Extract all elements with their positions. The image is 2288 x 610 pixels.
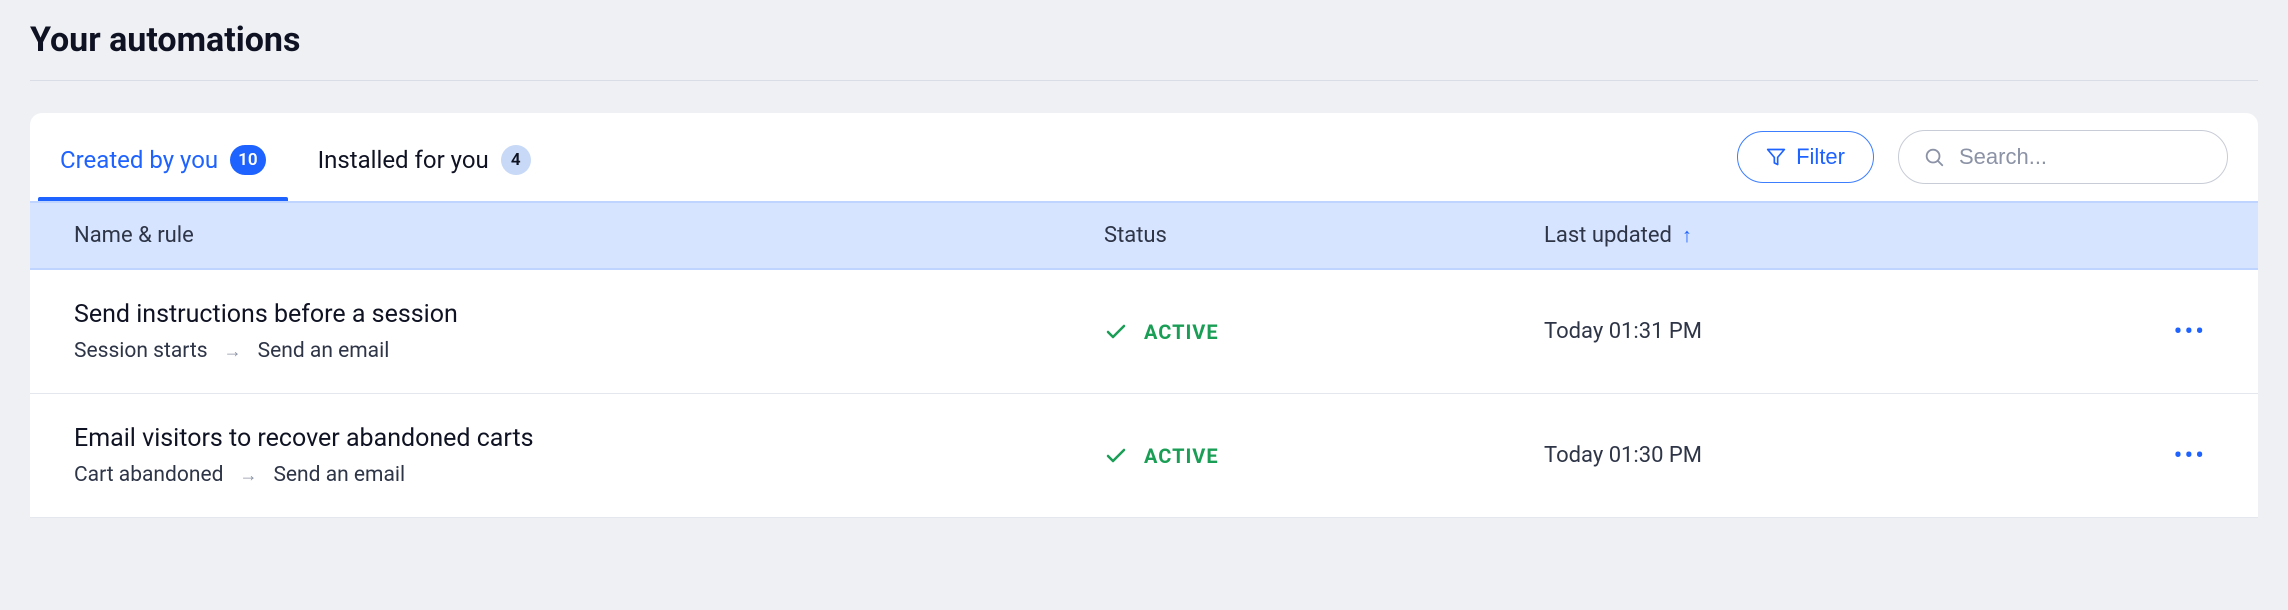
search-field[interactable] [1898, 130, 2228, 184]
actions: Filter [1737, 130, 2228, 184]
filter-label: Filter [1796, 144, 1845, 170]
automation-title: Send instructions before a session [74, 300, 1104, 329]
page-title: Your automations [30, 20, 2258, 60]
filter-icon [1766, 147, 1786, 167]
automation-rule: Session starts → Send an email [74, 339, 1104, 363]
tab-label: Installed for you [318, 146, 489, 174]
rule-trigger: Session starts [74, 339, 208, 363]
automations-card: Created by you 10 Installed for you 4 Fi… [30, 113, 2258, 518]
automation-rule: Cart abandoned → Send an email [74, 463, 1104, 487]
check-icon [1104, 320, 1128, 344]
rule-trigger: Cart abandoned [74, 463, 223, 487]
row-status-cell: ACTIVE [1104, 444, 1544, 468]
row-name-cell: Email visitors to recover abandoned cart… [74, 424, 1104, 487]
column-status[interactable]: Status [1104, 223, 1544, 248]
tabs: Created by you 10 Installed for you 4 [60, 113, 531, 201]
table-row[interactable]: Send instructions before a session Sessi… [30, 270, 2258, 394]
arrow-right-icon: → [224, 341, 242, 362]
search-input[interactable] [1959, 144, 2247, 170]
tabs-row: Created by you 10 Installed for you 4 Fi… [30, 113, 2258, 201]
table-row[interactable]: Email visitors to recover abandoned cart… [30, 394, 2258, 518]
last-updated-value: Today 01:30 PM [1544, 443, 1702, 468]
column-last-updated[interactable]: Last updated ↑ [1544, 223, 2214, 248]
status-badge: ACTIVE [1144, 444, 1219, 468]
arrow-up-icon: ↑ [1682, 223, 1692, 248]
search-icon [1923, 146, 1945, 168]
row-updated-cell: Today 01:31 PM ••• [1544, 313, 2214, 351]
tab-label: Created by you [60, 146, 218, 174]
column-name[interactable]: Name & rule [74, 223, 1104, 248]
tab-created-by-you[interactable]: Created by you 10 [60, 113, 266, 201]
arrow-right-icon: → [239, 465, 257, 486]
check-icon [1104, 444, 1128, 468]
column-label: Last updated [1544, 223, 1672, 248]
divider [30, 80, 2258, 81]
rule-action: Send an email [258, 339, 390, 363]
row-updated-cell: Today 01:30 PM ••• [1544, 437, 2214, 475]
tab-count-badge: 4 [501, 145, 531, 175]
row-name-cell: Send instructions before a session Sessi… [74, 300, 1104, 363]
more-actions-button[interactable]: ••• [2166, 437, 2214, 475]
table-header: Name & rule Status Last updated ↑ [30, 201, 2258, 270]
more-actions-button[interactable]: ••• [2166, 313, 2214, 351]
last-updated-value: Today 01:31 PM [1544, 319, 1702, 344]
tab-installed-for-you[interactable]: Installed for you 4 [318, 113, 531, 201]
rule-action: Send an email [273, 463, 405, 487]
status-badge: ACTIVE [1144, 320, 1219, 344]
row-status-cell: ACTIVE [1104, 320, 1544, 344]
filter-button[interactable]: Filter [1737, 131, 1874, 183]
automation-title: Email visitors to recover abandoned cart… [74, 424, 1104, 453]
tab-count-badge: 10 [230, 145, 265, 175]
